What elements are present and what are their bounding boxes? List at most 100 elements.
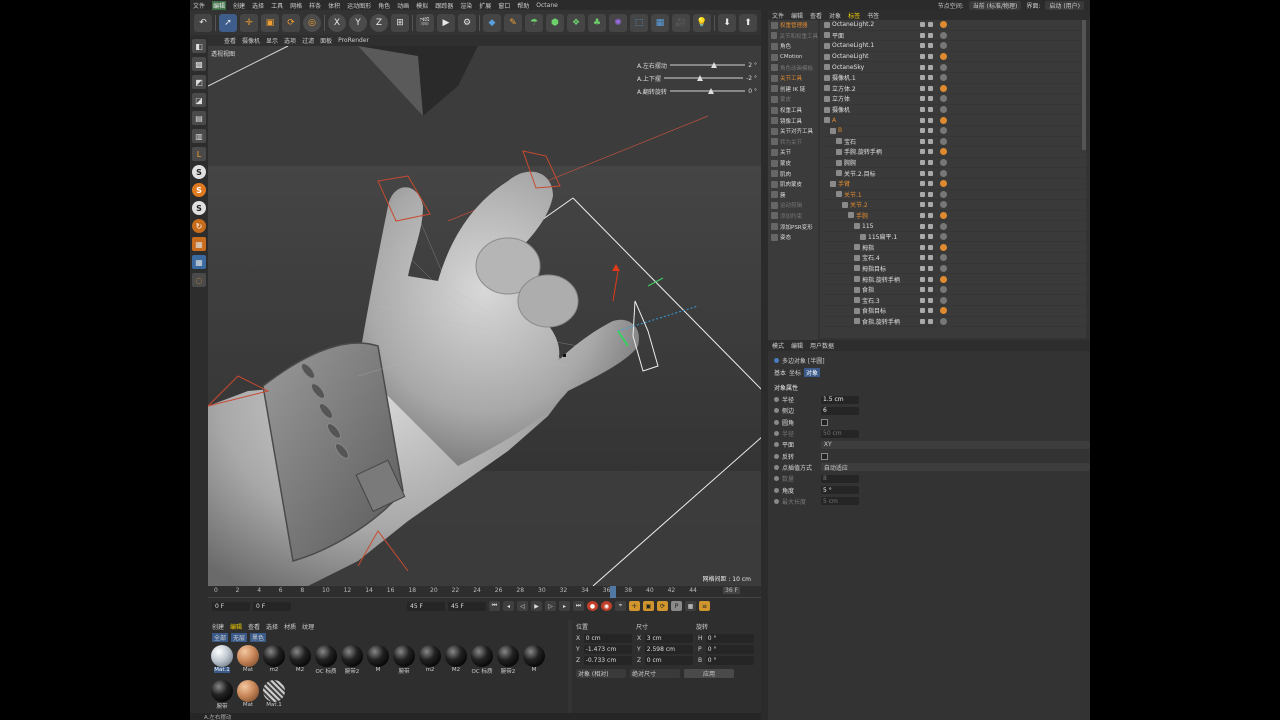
pose-slider[interactable]: A.左右摆动 2 °	[637, 60, 757, 70]
attribute-subtab[interactable]: 对象	[804, 368, 821, 377]
object-tag-icon[interactable]	[940, 243, 947, 251]
preview-end-field[interactable]: 45 F	[407, 601, 445, 611]
size-field[interactable]: 3 cm	[644, 634, 693, 643]
menu-item[interactable]: 角色	[378, 1, 390, 10]
playhead[interactable]	[610, 586, 616, 598]
model-mode-icon[interactable]: ▤	[192, 111, 206, 125]
render-visibility-icon[interactable]	[928, 181, 933, 187]
position-field[interactable]: -0.733 cm	[583, 656, 632, 665]
slider-knob[interactable]	[707, 88, 714, 94]
object-tag-icon[interactable]	[940, 159, 947, 167]
panel-divider[interactable]	[761, 10, 768, 720]
menu-item[interactable]: 运动图形	[347, 1, 371, 10]
editor-visibility-icon[interactable]	[920, 244, 925, 250]
object-row[interactable]: OctaneLight.1	[820, 41, 1086, 52]
object-visibility-flags[interactable]	[920, 212, 933, 218]
render-visibility-icon[interactable]	[928, 96, 933, 102]
object-tag-icon[interactable]	[940, 148, 947, 156]
attribute-field[interactable]: 8	[821, 474, 859, 483]
object-visibility-flags[interactable]	[920, 96, 933, 102]
render-visibility-icon[interactable]	[928, 32, 933, 38]
y-axis-button[interactable]: Y	[349, 13, 367, 32]
move-icon[interactable]: ✛	[240, 13, 258, 32]
camera-icon[interactable]: 🎥	[672, 13, 690, 32]
render-visibility-icon[interactable]	[928, 43, 933, 49]
autokey-icon[interactable]: ◉	[601, 601, 612, 611]
prev-key-icon[interactable]: ◂	[503, 601, 514, 611]
object-tag-icon[interactable]	[940, 63, 947, 71]
editor-visibility-icon[interactable]	[920, 64, 925, 70]
render-visibility-icon[interactable]	[928, 318, 933, 324]
object-row[interactable]: OctaneSky	[820, 62, 1086, 73]
object-visibility-flags[interactable]	[920, 255, 933, 261]
editor-visibility-icon[interactable]	[920, 128, 925, 134]
key-param-icon[interactable]: P	[671, 601, 682, 611]
object-row[interactable]: 关节.1	[820, 190, 1086, 201]
deformer-icon[interactable]: ✺	[609, 13, 627, 32]
object-manager-menu-item[interactable]: 文件	[772, 11, 784, 20]
select-tool-icon[interactable]: ➚	[219, 13, 237, 32]
start-frame-field[interactable]: 0 F	[212, 601, 250, 611]
attribute-dropdown[interactable]: XY	[820, 440, 1090, 449]
editor-visibility-icon[interactable]	[920, 160, 925, 166]
viewport-menu-item[interactable]: 选项	[284, 36, 296, 45]
object-row[interactable]: 手臂	[820, 179, 1086, 190]
x-axis-button[interactable]: X	[328, 13, 346, 32]
material-menu-item[interactable]: 查看	[248, 622, 260, 631]
rotation-field[interactable]: 0 °	[705, 634, 754, 643]
attribute-field[interactable]: 5 °	[821, 486, 859, 495]
subdivision-icon[interactable]: ⬢	[546, 13, 564, 32]
tweak-mode-icon[interactable]: ◌	[192, 273, 206, 287]
pen-icon[interactable]: ✎	[504, 13, 522, 32]
object-visibility-flags[interactable]	[920, 318, 933, 324]
object-visibility-flags[interactable]	[920, 149, 933, 155]
perspective-viewport[interactable]: 透视视图 A.左右摆动 2 ° A.上下摆 -2 ° A.翻转旋转 0 ° 网格间距 : …	[208, 46, 761, 586]
object-visibility-flags[interactable]	[920, 75, 933, 81]
render-visibility-icon[interactable]	[928, 64, 933, 70]
object-visibility-flags[interactable]	[920, 297, 933, 303]
menu-item[interactable]: 样条	[309, 1, 321, 10]
editor-visibility-icon[interactable]	[920, 170, 925, 176]
attribute-subtab[interactable]: 坐标	[789, 368, 801, 377]
size-field[interactable]: 2.598 cm	[644, 645, 693, 654]
object-row[interactable]: 宝石	[820, 137, 1086, 148]
animate-indicator-icon[interactable]	[774, 419, 779, 425]
editor-visibility-icon[interactable]	[920, 297, 925, 303]
render-visibility-icon[interactable]	[928, 160, 933, 166]
material-item[interactable]: M2	[444, 645, 468, 678]
object-visibility-flags[interactable]	[920, 287, 933, 293]
animate-indicator-icon[interactable]	[774, 498, 779, 504]
object-visibility-flags[interactable]	[920, 308, 933, 314]
make-editable-icon[interactable]: ◧	[192, 39, 206, 53]
object-row[interactable]: 115扁平.1	[820, 232, 1086, 243]
object-row[interactable]: 食指目标	[820, 306, 1086, 317]
object-manager-menu-item[interactable]: 标签	[848, 11, 860, 20]
rotate-icon[interactable]: ⟳	[282, 13, 300, 32]
object-tag-icon[interactable]	[940, 106, 947, 114]
character-menu-item[interactable]: 添加PSR变形	[768, 221, 818, 232]
position-field[interactable]: 0 cm	[583, 634, 632, 643]
material-item[interactable]: Mat.1	[210, 645, 234, 678]
menu-item[interactable]: 窗口	[498, 1, 510, 10]
animate-indicator-icon[interactable]	[774, 464, 779, 470]
field-icon[interactable]: ⬚	[630, 13, 648, 32]
attribute-dropdown[interactable]: 自动适应	[820, 463, 1090, 472]
render-visibility-icon[interactable]	[928, 297, 933, 303]
object-row[interactable]: 手腕.旋转手柄	[820, 147, 1086, 158]
attribute-field[interactable]: 5 cm	[821, 497, 859, 506]
upload-icon[interactable]: ⬆	[739, 13, 757, 32]
object-row[interactable]: 宝石.4	[820, 253, 1086, 264]
object-visibility-flags[interactable]	[920, 117, 933, 123]
object-row[interactable]: 拇指目标	[820, 264, 1086, 275]
editor-visibility-icon[interactable]	[920, 234, 925, 240]
object-visibility-flags[interactable]	[920, 223, 933, 229]
object-tag-icon[interactable]	[940, 42, 947, 50]
undo-icon[interactable]: ↶	[194, 13, 212, 32]
character-menu-item[interactable]: 创建 IK 链	[768, 84, 818, 95]
render-visibility-icon[interactable]	[928, 117, 933, 123]
material-item[interactable]: m2	[262, 645, 286, 678]
spline-tools-icon[interactable]: ☂	[525, 13, 543, 32]
rotation-field[interactable]: 0 °	[705, 656, 754, 665]
object-row[interactable]: 摄像机.1	[820, 73, 1086, 84]
object-visibility-flags[interactable]	[920, 85, 933, 91]
